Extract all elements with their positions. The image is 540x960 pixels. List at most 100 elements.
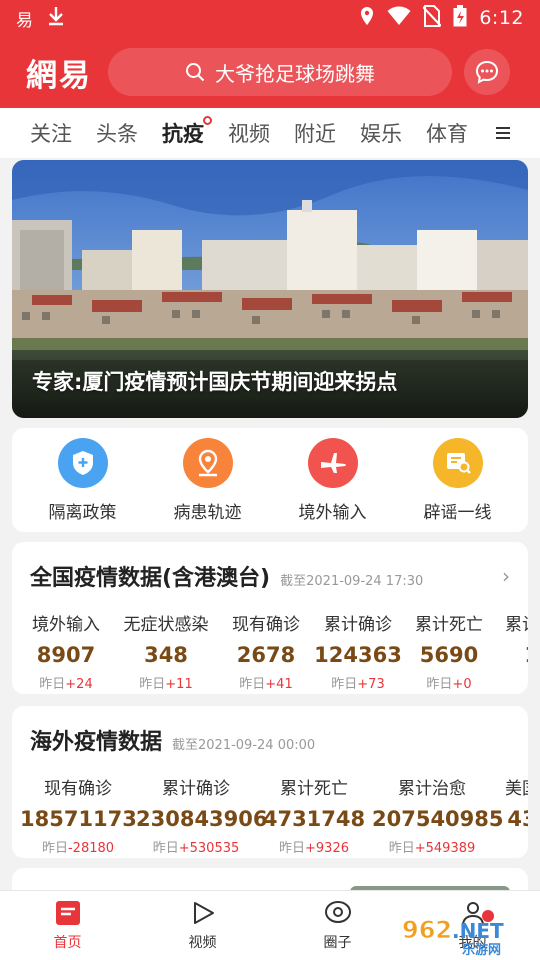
quick-links: 隔离政策 病患轨迹 境外输入 辟谣一线 [12,428,528,532]
domestic-data-card[interactable]: 全国疫情数据(含港澳台) 截至2021-09-24 17:30 › 境外输入 8… [12,542,528,694]
stat-delta-value: +24 [65,677,93,692]
stat-delta-prefix: 昨日 [239,677,266,692]
channel-tabs: 关注 头条 抗疫 视频 附近 娱乐 体育 [0,108,540,158]
stat-delta: 昨日+11 [112,673,220,692]
tab-video[interactable]: 视频 [228,118,270,148]
quick-link-label: 境外输入 [298,502,367,523]
stat-label: 累计死亡 [280,779,348,799]
nav-video[interactable]: 视频 [135,891,270,960]
stat-label: 累计确诊 [324,615,392,635]
stat-total-confirmed: 累计确诊 124363 昨日+73 [312,610,404,692]
stat-total-confirmed: 累计确诊 230843906 昨日+530535 [136,774,268,856]
stat-value: 11 [494,643,528,667]
tab-headlines[interactable]: 头条 [96,118,138,148]
stat-delta-prefix: 昨日 [41,841,68,856]
nav-home[interactable]: 首页 [0,891,135,960]
new-dot-icon [203,116,212,125]
tab-menu-icon[interactable] [478,108,540,158]
svg-text:.NET: .NET [452,919,504,943]
app-header: 網易 大爷抢足球场跳舞 [0,36,540,108]
card-title: 全国疫情数据(含港澳台) [30,566,271,591]
card-date: 截至2021-09-24 17:30 [280,574,424,589]
overseas-stats: 现有确诊 18571173 昨日-28180 累计确诊 230843906 昨日… [12,756,528,856]
tab-anti-epidemic[interactable]: 抗疫 [162,116,212,148]
stat-label: 累计死亡 [415,615,483,635]
stat-delta-value: +11 [165,677,193,692]
nav-label: 圈子 [323,934,352,951]
nav-label: 视频 [188,934,217,951]
rumor-search-icon [432,437,483,488]
card-title: 海外疫情数据 [30,730,163,755]
stat-label: 美国 [505,779,528,799]
quick-link-isolation-policy[interactable]: 隔离政策 [28,437,138,523]
quick-link-label: 隔离政策 [48,502,117,523]
stat-label: 累计治愈 [398,779,466,799]
search-bar[interactable]: 大爷抢足球场跳舞 [108,48,452,96]
quick-link-rumor-debunk[interactable]: 辟谣一线 [403,437,513,523]
stat-delta: 昨日+0 [404,673,494,692]
stat-delta-value: -28180 [67,841,115,856]
stat-label: 累计确诊 [162,779,230,799]
stat-delta-prefix: 昨日 [39,677,66,692]
airplane-icon [307,437,358,488]
stat-asymptomatic: 无症状感染 348 昨日+11 [112,610,220,692]
watermark-logo: 962 .NET 乐游网 [402,910,504,956]
stat-delta-prefix: 昨日 [139,677,166,692]
stat-delta-value: +41 [265,677,293,692]
nav-circle[interactable]: 圈子 [270,891,405,960]
overseas-data-card[interactable]: 海外疫情数据 截至2021-09-24 00:00 现有确诊 18571173 … [12,706,528,858]
hero-banner[interactable]: 专家:厦门疫情预计国庆节期间迎来拐点 [12,160,528,418]
stat-value: 124363 [314,643,402,667]
stat-label: 境外输入 [32,615,100,635]
search-placeholder: 大爷抢足球场跳舞 [215,61,375,86]
stat-delta-prefix: 昨日 [279,841,306,856]
shield-plus-icon [57,437,108,488]
quick-link-imported-cases[interactable]: 境外输入 [278,437,388,523]
tab-label: 抗疫 [162,122,204,146]
stat-delta-prefix: 昨日 [152,841,179,856]
stat-value: 4731748 [262,807,366,831]
quick-link-label: 病患轨迹 [173,502,242,523]
stat-label: 无症状感染 [123,615,209,635]
tab-follow[interactable]: 关注 [30,118,72,148]
nav-label: 首页 [53,934,82,951]
stat-delta: 昨日-28180 [20,837,136,856]
home-news-icon [55,900,80,925]
no-sim-icon [422,4,443,32]
quick-link-patient-track[interactable]: 病患轨迹 [153,437,263,523]
stat-delta-value: +9326 [305,841,349,856]
wifi-icon [387,6,411,31]
stat-delta-prefix: 昨日 [331,677,358,692]
stat-imported: 境外输入 8907 昨日+24 [20,610,112,692]
stat-delta: 昨日+549389 [372,837,492,856]
stat-label: 累计治愈 [505,615,528,635]
stat-usa: 美国 43 昨日 [492,774,528,856]
stat-value: 8907 [36,643,96,667]
stat-value: 230843906 [136,807,268,831]
tab-nearby[interactable]: 附近 [294,118,336,148]
stat-delta-prefix: 昨日 [426,677,453,692]
message-button[interactable] [464,49,510,95]
stat-delta-value: +530535 [178,841,240,856]
stat-total-deaths: 累计死亡 5690 昨日+0 [404,610,494,692]
stat-delta: 昨日+41 [220,673,312,692]
domestic-stats: 境外输入 8907 昨日+24 无症状感染 348 昨日+11 现有确诊 267… [12,592,528,692]
quick-link-label: 辟谣一线 [423,502,492,523]
clock: 6:12 [479,7,524,29]
chevron-right-icon[interactable]: › [502,564,510,588]
stat-total-deaths: 累计死亡 4731748 昨日+9326 [256,774,372,856]
stat-value: 2678 [236,643,296,667]
circle-chat-icon [324,900,351,923]
stat-delta: 昨日+9326 [256,837,372,856]
play-icon [193,901,214,924]
stat-current-confirmed: 现有确诊 18571173 昨日-28180 [20,774,137,856]
hero-caption: 专家:厦门疫情预计国庆节期间迎来拐点 [32,370,398,394]
tab-entertainment[interactable]: 娱乐 [360,118,402,148]
stat-delta-prefix: 昨日 [388,841,415,856]
tab-sports[interactable]: 体育 [426,118,468,148]
stat-value: 348 [144,643,188,667]
download-icon [47,6,65,31]
netease-icon: 易 [16,10,33,31]
stat-value: 5690 [419,643,479,667]
stat-value: 207540985 [372,807,504,831]
